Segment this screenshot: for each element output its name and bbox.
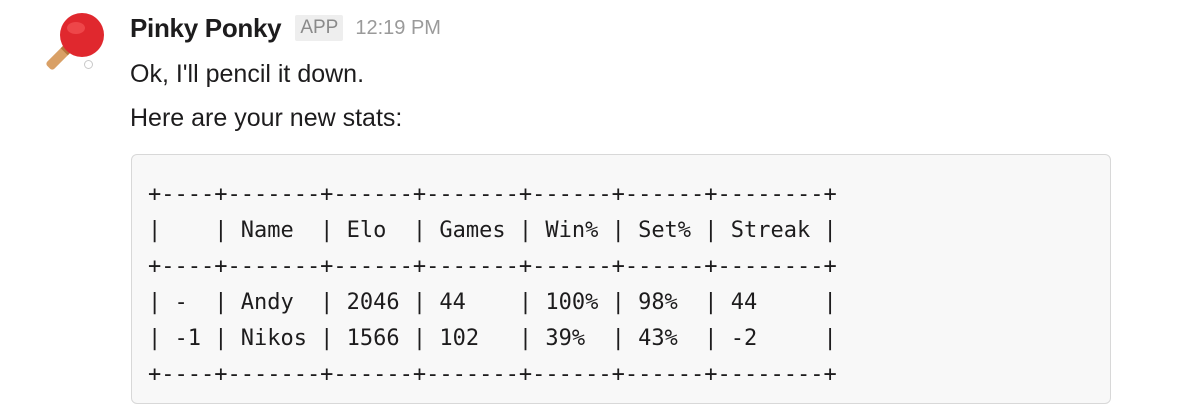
app-badge: APP: [295, 15, 344, 41]
code-line: +----+-------+------+-------+------+----…: [148, 362, 837, 387]
sender-name[interactable]: Pinky Ponky: [130, 13, 282, 44]
avatar-image: [46, 13, 104, 70]
status-dot: [84, 60, 93, 69]
message-header: Pinky Ponky APP 12:19 PM: [130, 12, 441, 44]
message-timestamp[interactable]: 12:19 PM: [355, 17, 441, 40]
code-line: | -1 | Nikos | 1566 | 102 | 39% | 43% | …: [148, 326, 837, 351]
code-line: +----+-------+------+-------+------+----…: [148, 254, 837, 279]
code-line: +----+-------+------+-------+------+----…: [148, 182, 837, 207]
code-line: | - | Andy | 2046 | 44 | 100% | 98% | 44…: [148, 290, 837, 315]
ping-pong-paddle-icon[interactable]: [36, 8, 108, 80]
message-text-line: Ok, I'll pencil it down.: [130, 60, 365, 88]
chat-message: Pinky Ponky APP 12:19 PM Ok, I'll pencil…: [0, 0, 1178, 418]
message-text-line: Here are your new stats:: [130, 104, 403, 132]
code-block: +----+-------+------+-------+------+----…: [131, 154, 1111, 404]
paddle-blade: [60, 13, 104, 57]
code-line: | | Name | Elo | Games | Win% | Set% | S…: [148, 218, 837, 243]
stats-table-text: +----+-------+------+-------+------+----…: [148, 177, 1110, 393]
paddle-highlight: [67, 22, 85, 34]
